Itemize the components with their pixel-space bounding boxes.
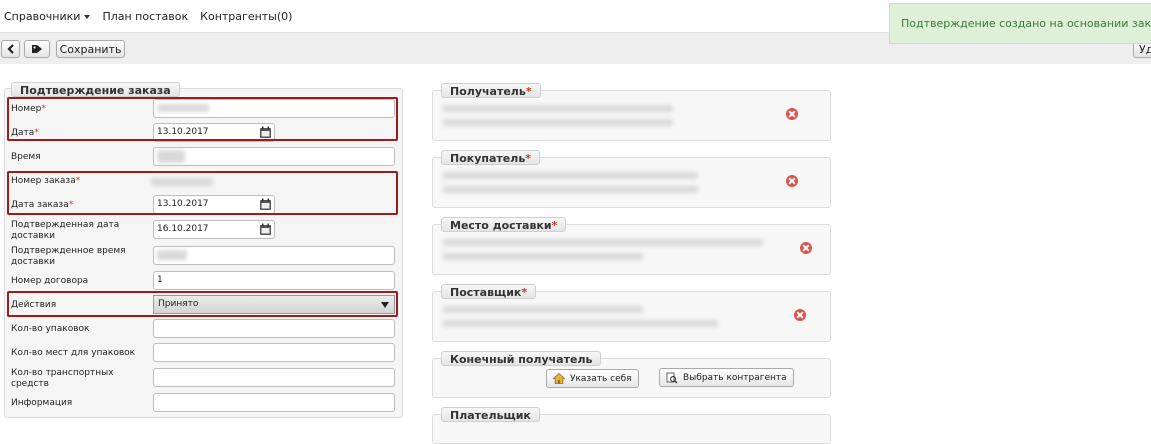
nav-supply-plan[interactable]: План поставок	[102, 10, 188, 23]
buyer-legend: Покупатель*	[441, 150, 541, 165]
confirmed-delivery-date-label: Подтвержденная дата доставки	[11, 220, 120, 241]
calendar-icon[interactable]	[259, 223, 272, 236]
redacted-value	[157, 250, 187, 260]
contract-number-label: Номер договора	[11, 276, 89, 286]
remove-recipient-icon[interactable]	[786, 108, 798, 120]
tag-button[interactable]	[24, 40, 50, 58]
redacted-value	[443, 253, 643, 260]
highlight-number-date	[7, 97, 398, 141]
specify-self-button[interactable]: Указать себя	[546, 369, 639, 388]
redacted-value	[443, 239, 763, 246]
places-count-label: Кол-во мест для упаковок	[11, 348, 136, 358]
remove-buyer-icon[interactable]	[786, 175, 798, 187]
contract-number-input[interactable]: 1	[153, 271, 395, 290]
confirmed-delivery-date-input[interactable]: 16.10.2017	[153, 220, 275, 239]
time-label: Время	[11, 152, 41, 162]
redacted-value	[443, 105, 673, 112]
redacted-value	[443, 186, 698, 193]
home-icon	[553, 373, 565, 384]
redacted-value	[443, 172, 698, 179]
nav-counterparties[interactable]: Контрагенты(0)	[200, 10, 292, 23]
redacted-value	[443, 320, 718, 327]
transport-count-label: Кол-во транспортных средств	[11, 368, 114, 389]
delivery-place-legend: Место доставки*	[441, 217, 567, 232]
packages-count-label: Кол-во упаковок	[11, 324, 90, 334]
transport-count-input[interactable]	[153, 368, 395, 387]
search-document-icon	[666, 372, 678, 383]
time-input[interactable]	[153, 147, 395, 166]
redacted-value	[157, 150, 185, 163]
recipient-legend: Получатель*	[441, 83, 541, 98]
information-label: Информация	[11, 398, 73, 408]
highlight-order-number-date	[7, 171, 398, 215]
back-arrow-icon	[6, 44, 14, 54]
chevron-down-icon	[84, 14, 91, 19]
remove-delivery-place-icon[interactable]	[800, 242, 812, 254]
packages-count-input[interactable]	[153, 319, 395, 338]
tag-icon	[32, 45, 42, 53]
information-input[interactable]	[153, 393, 395, 412]
end-recipient-legend: Конечный получатель	[441, 351, 602, 366]
remove-supplier-icon[interactable]	[794, 309, 806, 321]
success-notification: Подтверждение создано на основании заказ…	[889, 3, 1151, 44]
top-nav: Справочники План поставок Контрагенты(0)	[0, 0, 880, 32]
places-count-input[interactable]	[153, 343, 395, 362]
redacted-value	[443, 119, 673, 126]
payer-legend: Плательщик	[441, 407, 540, 422]
save-button[interactable]: Сохранить	[56, 40, 125, 58]
supplier-legend: Поставщик*	[441, 284, 537, 299]
choose-counterparty-button[interactable]: Выбрать контрагента	[659, 368, 794, 387]
highlight-actions	[7, 291, 398, 317]
back-button[interactable]	[1, 40, 20, 58]
order-confirmation-legend: Подтверждение заказа	[11, 82, 180, 97]
nav-directories[interactable]: Справочники	[4, 10, 91, 23]
redacted-value	[443, 306, 643, 313]
confirmed-delivery-time-label: Подтвержденное время доставки	[11, 246, 126, 267]
confirmed-delivery-time-input[interactable]	[153, 246, 395, 265]
